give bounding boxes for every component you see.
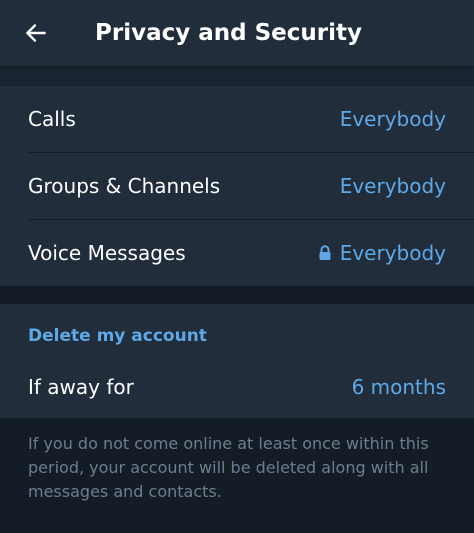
page-title: Privacy and Security	[95, 20, 362, 46]
if-away-for-label: If away for	[28, 375, 134, 399]
calls-value-text: Everybody	[339, 107, 446, 131]
groups-channels-label: Groups & Channels	[28, 174, 221, 198]
app-header: Privacy and Security	[0, 0, 474, 66]
delete-account-section-title: Delete my account	[28, 326, 207, 346]
voice-messages-value: Everybody	[318, 220, 446, 286]
section-gap	[0, 66, 474, 86]
lock-icon	[318, 245, 332, 261]
if-away-for-row[interactable]: If away for 6 months	[0, 354, 474, 420]
calls-value: Everybody	[340, 86, 446, 152]
calls-label: Calls	[28, 107, 76, 131]
voice-messages-label: Voice Messages	[28, 241, 186, 265]
groups-channels-row[interactable]: Groups & Channels Everybody	[0, 153, 474, 219]
voice-messages-row[interactable]: Voice Messages Everybody	[0, 220, 474, 286]
back-button[interactable]	[18, 15, 54, 51]
privacy-settings-card: Calls Everybody Groups & Channels Everyb…	[0, 86, 474, 286]
groups-channels-value: Everybody	[340, 153, 446, 219]
if-away-for-value: 6 months	[351, 375, 446, 399]
delete-account-info-text: If you do not come online at least once …	[28, 434, 429, 501]
groups-channels-value-text: Everybody	[339, 174, 446, 198]
calls-row[interactable]: Calls Everybody	[0, 86, 474, 152]
delete-account-card: Delete my account If away for 6 months	[0, 304, 474, 418]
voice-messages-value-text: Everybody	[339, 241, 446, 265]
arrow-left-icon	[26, 24, 46, 42]
